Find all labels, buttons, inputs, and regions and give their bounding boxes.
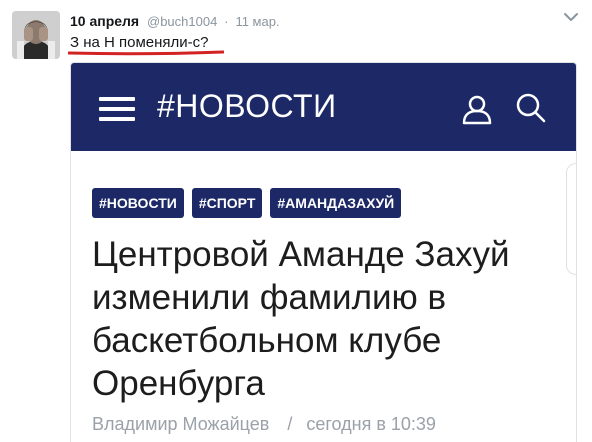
chevron-down-icon[interactable] <box>562 10 580 24</box>
tweet: 10 апреля @buch1004 · 11 мар. З на Н пом… <box>0 0 592 442</box>
tweet-date[interactable]: 11 мар. <box>235 14 279 29</box>
byline-separator: / <box>287 414 293 434</box>
article-headline[interactable]: Центровой Аманде Захуй изменили фамилию … <box>92 233 562 405</box>
header-separator: · <box>224 14 229 29</box>
avatar-photo <box>12 11 60 59</box>
tag-amanda[interactable]: #АМАНДАЗАХУЙ <box>270 188 402 218</box>
tag-news[interactable]: #НОВОСТИ <box>92 188 184 218</box>
embedded-image-card[interactable]: #НОВОСТИ #НОВОСТИ #СПОРТ #АМАНДАЗАХУЙ Цент… <box>70 62 577 442</box>
author-name[interactable]: 10 апреля <box>70 13 139 29</box>
tag-list: #НОВОСТИ #СПОРТ #АМАНДАЗАХУЙ <box>92 188 409 218</box>
red-underline-annotation <box>68 50 224 56</box>
search-icon[interactable] <box>515 92 547 124</box>
avatar[interactable] <box>12 11 60 59</box>
tweet-header: 10 апреля @buch1004 · 11 мар. <box>70 12 280 31</box>
byline-author[interactable]: Владимир Можайцев <box>92 414 269 434</box>
site-title[interactable]: #НОВОСТИ <box>157 85 337 127</box>
hamburger-menu-icon[interactable] <box>99 95 135 123</box>
scroll-edge <box>566 163 576 275</box>
site-header: #НОВОСТИ <box>71 63 576 151</box>
tag-sport[interactable]: #СПОРТ <box>191 188 263 218</box>
article-byline: Владимир Можайцев / сегодня в 10:39 <box>92 412 436 436</box>
author-handle[interactable]: @buch1004 <box>147 14 217 29</box>
user-icon[interactable] <box>461 93 493 125</box>
byline-time: сегодня в 10:39 <box>306 414 436 434</box>
